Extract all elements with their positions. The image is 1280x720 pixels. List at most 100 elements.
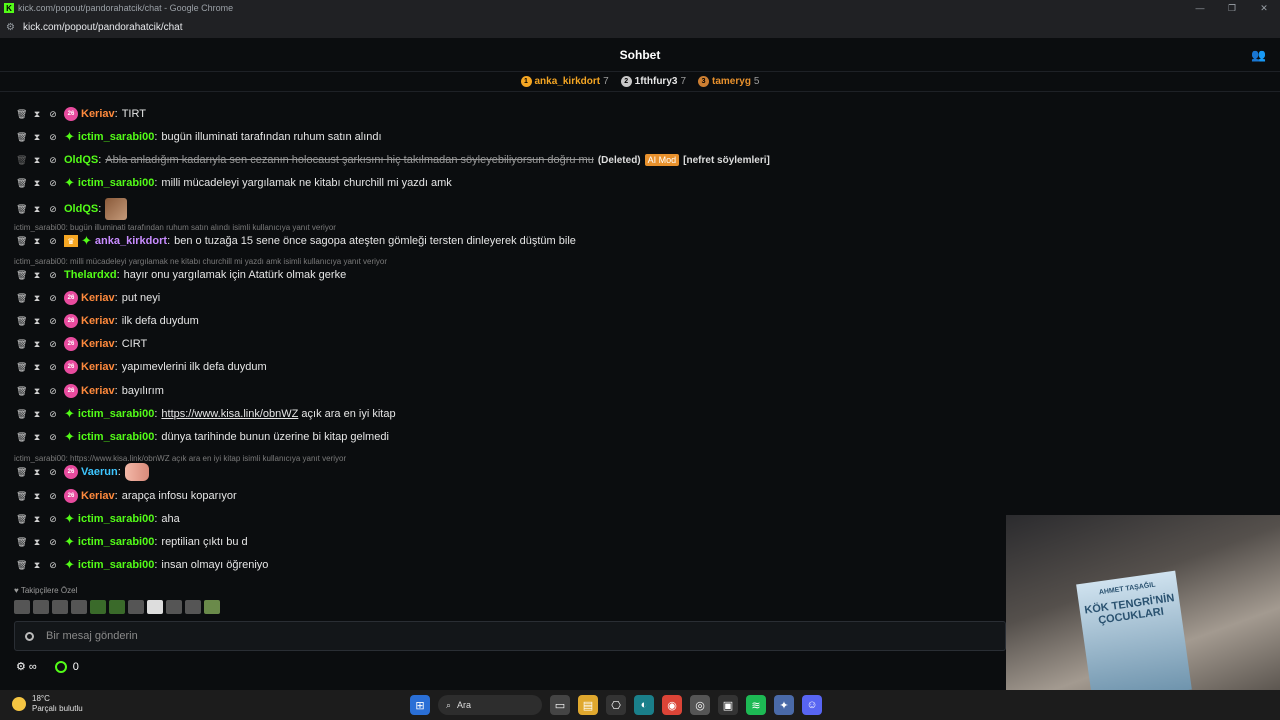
chat-username[interactable]: Keriav xyxy=(81,338,115,350)
chat-username[interactable]: Keriav xyxy=(81,292,115,304)
reply-context[interactable]: ictim_sarabi00: milli mücadeleyi yargıla… xyxy=(14,257,387,266)
chat-username[interactable]: anka_kirkdort xyxy=(95,235,167,247)
timeout-icon[interactable]: ⧗ xyxy=(32,362,42,373)
ban-icon[interactable]: ⊘ xyxy=(48,537,58,548)
kick-points[interactable]: 0 xyxy=(54,660,79,673)
edge-icon[interactable]: ◐ xyxy=(634,695,654,715)
site-info-icon[interactable]: ⚙ xyxy=(6,22,15,33)
chat-messages[interactable]: 🗑 ⧗ ⊘ 26 Keriav: TIRT 🗑 ⧗ ⊘ ✦ ictim_sarabi00… xyxy=(0,92,1006,582)
ban-icon[interactable]: ⊘ xyxy=(48,178,58,189)
ban-icon[interactable]: ⊘ xyxy=(48,467,58,478)
chat-username[interactable]: ictim_sarabi00 xyxy=(78,431,154,443)
ban-icon[interactable]: ⊘ xyxy=(48,432,58,443)
chat-username[interactable]: Vaerun xyxy=(81,466,118,478)
timeout-icon[interactable]: ⧗ xyxy=(32,491,42,502)
settings-icon[interactable]: ⚙ ∞ xyxy=(16,660,37,673)
delete-icon[interactable]: 🗑 xyxy=(16,204,27,215)
delete-icon[interactable]: 🗑 xyxy=(16,432,27,443)
emote-9-icon[interactable] xyxy=(166,600,182,614)
ban-icon[interactable]: ⊘ xyxy=(48,514,58,525)
delete-icon[interactable]: 🗑 xyxy=(16,362,27,373)
emote-6-icon[interactable] xyxy=(109,600,125,614)
delete-icon[interactable]: 🗑 xyxy=(16,236,27,247)
timeout-icon[interactable]: ⧗ xyxy=(32,432,42,443)
delete-icon[interactable]: 🗑 xyxy=(16,339,27,350)
delete-icon[interactable]: 🗑 xyxy=(16,409,27,420)
timeout-icon[interactable]: ⧗ xyxy=(32,467,42,478)
ban-icon[interactable]: ⊘ xyxy=(48,409,58,420)
delete-icon[interactable]: 🗑 xyxy=(16,109,27,120)
ban-icon[interactable]: ⊘ xyxy=(48,293,58,304)
leaderboard-item-1[interactable]: 1 anka_kirkdort 7 xyxy=(520,76,609,87)
chrome-icon[interactable]: ◉ xyxy=(662,695,682,715)
close-button[interactable]: ✕ xyxy=(1248,0,1280,16)
reply-context[interactable]: ictim_sarabi00: bugün illuminati tarafın… xyxy=(14,223,336,232)
chatgpt-icon[interactable]: ⎔ xyxy=(606,695,626,715)
spotify-icon[interactable]: ≋ xyxy=(746,695,766,715)
ban-icon[interactable]: ⊘ xyxy=(48,316,58,327)
restore-button[interactable]: ❐ xyxy=(1216,0,1248,16)
delete-icon[interactable]: 🗑 xyxy=(16,178,27,189)
windows-start-icon[interactable]: ⊞ xyxy=(410,695,430,715)
delete-icon[interactable]: 🗑 xyxy=(16,560,27,571)
chat-username[interactable]: Keriav xyxy=(81,361,115,373)
minimize-button[interactable]: — xyxy=(1184,0,1216,16)
delete-icon[interactable]: 🗑 xyxy=(16,537,27,548)
leaderboard-item-2[interactable]: 2 1fthfury3 7 xyxy=(620,76,686,87)
weather-widget[interactable]: 18°C Parçalı bulutlu xyxy=(12,694,83,714)
timeout-icon[interactable]: ⧗ xyxy=(32,560,42,571)
timeout-icon[interactable]: ⧗ xyxy=(32,293,42,304)
delete-icon[interactable]: 🗑 xyxy=(16,467,27,478)
delete-icon[interactable]: 🗑 xyxy=(16,155,27,166)
timeout-icon[interactable]: ⧗ xyxy=(32,409,42,420)
emote-10-icon[interactable] xyxy=(185,600,201,614)
timeout-icon[interactable]: ⧗ xyxy=(32,270,42,281)
timeout-icon[interactable]: ⧗ xyxy=(32,109,42,120)
chat-username[interactable]: Keriav xyxy=(81,108,115,120)
timeout-icon[interactable]: ⧗ xyxy=(32,537,42,548)
reply-context[interactable]: ictim_sarabi00: https://www.kisa.link/ob… xyxy=(14,454,346,463)
discord-icon[interactable]: ☺ xyxy=(802,695,822,715)
delete-icon[interactable]: 🗑 xyxy=(16,316,27,327)
timeout-icon[interactable]: ⧗ xyxy=(32,339,42,350)
ban-icon[interactable]: ⊘ xyxy=(48,204,58,215)
delete-icon[interactable]: 🗑 xyxy=(16,386,27,397)
chat-username[interactable]: ictim_sarabi00 xyxy=(78,177,154,189)
chat-username[interactable]: ictim_sarabi00 xyxy=(78,559,154,571)
leaderboard-item-3[interactable]: 3 tameryg 5 xyxy=(698,76,759,87)
taskbar-search[interactable]: ⌕ Ara xyxy=(438,695,542,715)
emote-1-icon[interactable] xyxy=(14,600,30,614)
chat-username[interactable]: ictim_sarabi00 xyxy=(78,131,154,143)
emote-4-icon[interactable] xyxy=(71,600,87,614)
timeout-icon[interactable]: ⧗ xyxy=(32,132,42,143)
timeout-icon[interactable]: ⧗ xyxy=(32,204,42,215)
taskview-icon[interactable]: ▭ xyxy=(550,695,570,715)
ban-icon[interactable]: ⊘ xyxy=(48,362,58,373)
chat-username[interactable]: Thelardxd xyxy=(64,269,117,281)
emote-2-icon[interactable] xyxy=(33,600,49,614)
ban-icon[interactable]: ⊘ xyxy=(48,270,58,281)
ban-icon[interactable]: ⊘ xyxy=(48,155,58,166)
ban-icon[interactable]: ⊘ xyxy=(48,132,58,143)
obs-icon[interactable]: ◎ xyxy=(690,695,710,715)
delete-icon[interactable]: 🗑 xyxy=(16,514,27,525)
chat-username[interactable]: OldQS xyxy=(64,203,98,215)
message-input[interactable]: Bir mesaj gönderin xyxy=(14,621,1006,651)
timeout-icon[interactable]: ⧗ xyxy=(32,316,42,327)
chat-link[interactable]: https://www.kisa.link/obnWZ xyxy=(161,408,298,420)
timeout-icon[interactable]: ⧗ xyxy=(32,386,42,397)
chat-username[interactable]: ictim_sarabi00 xyxy=(78,408,154,420)
delete-icon[interactable]: 🗑 xyxy=(16,132,27,143)
ban-icon[interactable]: ⊘ xyxy=(48,386,58,397)
timeout-icon[interactable]: ⧗ xyxy=(32,155,42,166)
ban-icon[interactable]: ⊘ xyxy=(48,109,58,120)
emote-3-icon[interactable] xyxy=(52,600,68,614)
delete-icon[interactable]: 🗑 xyxy=(16,293,27,304)
ban-icon[interactable]: ⊘ xyxy=(48,491,58,502)
timeout-icon[interactable]: ⧗ xyxy=(32,178,42,189)
emote-11-icon[interactable] xyxy=(204,600,220,614)
chat-username[interactable]: ictim_sarabi00 xyxy=(78,536,154,548)
emote-5-icon[interactable] xyxy=(90,600,106,614)
chat-username[interactable]: Keriav xyxy=(81,385,115,397)
chat-username[interactable]: ictim_sarabi00 xyxy=(78,513,154,525)
